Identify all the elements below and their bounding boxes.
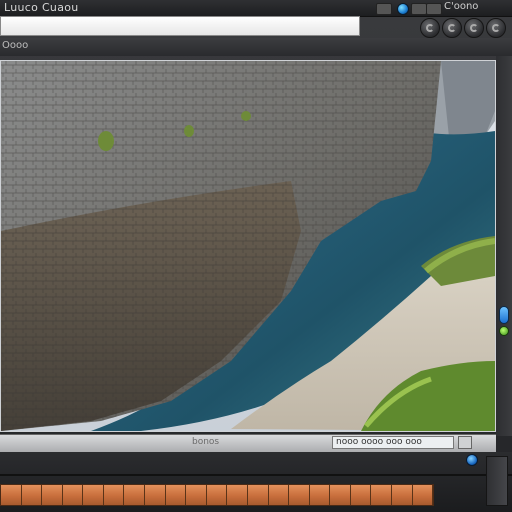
status-text: bonos [192,437,220,447]
timeline-frame[interactable] [186,485,207,505]
timeline-frame[interactable] [412,485,434,505]
timeline-frame[interactable] [289,485,310,505]
timeline-frame[interactable] [350,485,372,505]
timeline-frame[interactable] [165,485,187,505]
image-viewer[interactable] [0,60,496,432]
timeline-frame[interactable] [83,485,104,505]
timeline-frame[interactable] [62,485,84,505]
timeline-frame[interactable] [330,485,351,505]
timeline-frame[interactable] [1,485,22,505]
timeline-frame[interactable] [227,485,248,505]
timeline-frame[interactable] [309,485,331,505]
scroll-handle[interactable] [486,456,508,506]
address-value [1,24,4,35]
toolbar-label: Oooo [2,40,29,51]
timeline-frame[interactable] [124,485,146,505]
window-button[interactable] [411,3,427,15]
timeline-frame[interactable] [268,485,290,505]
minimize-button[interactable] [376,3,392,15]
timeline-strip[interactable] [0,484,434,506]
landscape-image [1,61,495,431]
refresh-icon[interactable] [420,18,440,38]
timeline-frame[interactable] [206,485,228,505]
toolbar [0,38,512,56]
status-field[interactable]: nooo oooo ooo ooo [332,436,454,449]
timeline-frame[interactable] [103,485,125,505]
forward-icon[interactable] [464,18,484,38]
status-led-icon [397,3,409,15]
timeline-frame[interactable] [145,485,166,505]
timeline-frame[interactable] [371,485,392,505]
status-square-button[interactable] [458,436,472,449]
indicator-dot-icon[interactable] [499,326,509,336]
timeline-frame[interactable] [247,485,269,505]
timeline-frame[interactable] [391,485,413,505]
record-led-icon[interactable] [466,454,478,466]
address-bar[interactable] [0,16,360,36]
top-right-label: C'oono [444,1,479,12]
window-button-2[interactable] [426,3,442,15]
right-sidebar [496,56,512,436]
window-title: Luuco Cuaou [4,1,79,14]
timeline-frame[interactable] [42,485,63,505]
back-icon[interactable] [442,18,462,38]
reload-icon[interactable] [486,18,506,38]
timeline-frame[interactable] [21,485,43,505]
divider [0,474,512,476]
toggle-icon[interactable] [499,306,509,324]
